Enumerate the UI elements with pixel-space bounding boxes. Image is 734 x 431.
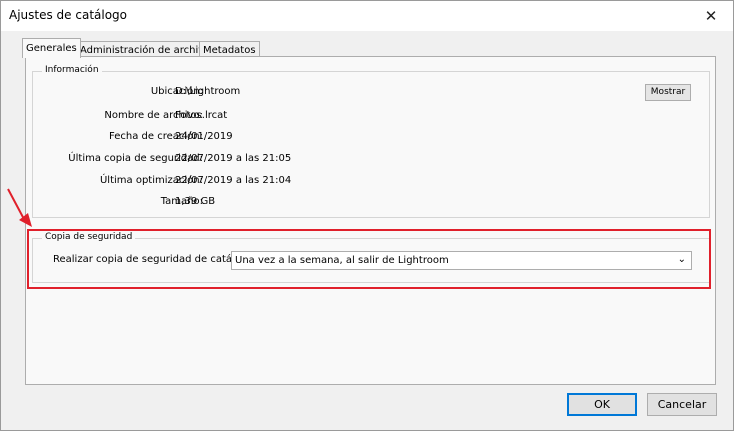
close-icon[interactable]: ✕ xyxy=(691,2,731,30)
location-value: D:\Lightroom xyxy=(175,86,241,97)
last-optimization-value: 22/07/2019 a las 21:04 xyxy=(175,175,292,186)
creation-date-value: 24/01/2019 xyxy=(175,131,233,142)
window-title: Ajustes de catálogo xyxy=(9,8,128,22)
ok-button[interactable]: OK xyxy=(567,393,637,416)
catalog-settings-dialog: Ajustes de catálogo ✕ Generales Administ… xyxy=(0,0,734,431)
last-backup-value: 22/07/2019 a las 21:05 xyxy=(175,153,292,164)
filename-value: Fotos.lrcat xyxy=(175,110,228,121)
info-group: Información Ubicación: D:\Lightroom Nomb… xyxy=(32,65,710,218)
show-location-button[interactable]: Mostrar xyxy=(645,84,691,101)
info-group-label: Información xyxy=(42,65,102,75)
arrow-icon xyxy=(7,188,32,227)
size-value: 1,39 GB xyxy=(175,196,216,207)
cancel-button[interactable]: Cancelar xyxy=(647,393,717,416)
tab-panel-generales: Información Ubicación: D:\Lightroom Nomb… xyxy=(25,56,716,385)
annotation-highlight-box xyxy=(27,229,711,289)
tab-generales[interactable]: Generales xyxy=(22,38,81,58)
title-bar: Ajustes de catálogo ✕ xyxy=(1,1,733,31)
